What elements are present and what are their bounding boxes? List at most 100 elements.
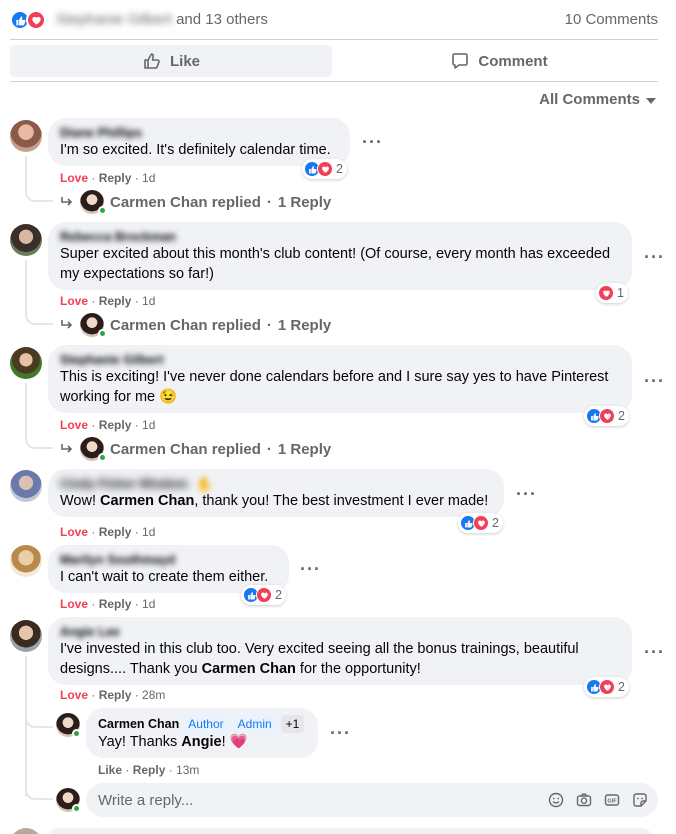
reaction-count-badge[interactable]: 1 [596, 283, 628, 303]
comment-time[interactable]: 1d [142, 525, 155, 539]
love-link[interactable]: Love [60, 418, 88, 432]
reply-link[interactable]: Reply [99, 597, 132, 611]
comment-author[interactable]: Diane Phillips [60, 125, 338, 141]
comments-count[interactable]: 10 Comments [565, 11, 658, 28]
text-part: Wow! [60, 493, 101, 509]
mention[interactable]: Carmen Chan [202, 661, 296, 677]
reaction-count: 2 [618, 680, 625, 694]
reply-link[interactable]: Reply [99, 418, 132, 432]
reply-input[interactable] [98, 790, 538, 810]
ellipsis-icon[interactable]: ··· [644, 248, 665, 266]
more-badges[interactable]: +1 [280, 715, 305, 733]
smiley-icon[interactable] [548, 792, 564, 808]
reaction-count-badge[interactable]: 2 [302, 159, 347, 179]
online-status-dot [98, 206, 107, 215]
love-reaction-icon [26, 10, 46, 30]
mention[interactable]: Angie [181, 734, 221, 750]
comment-time[interactable]: 1d [142, 171, 155, 185]
comment-actions: Love · Reply · 1d [60, 597, 156, 611]
like-link[interactable]: Like [98, 763, 122, 777]
sticker-icon[interactable] [632, 792, 648, 808]
comment-text: This is exciting! I've never done calend… [60, 369, 609, 405]
reply-link[interactable]: Reply [99, 171, 132, 185]
reaction-count-badge[interactable]: 2 [458, 513, 503, 533]
avatar[interactable] [10, 545, 42, 577]
reply-count: 1 Reply [277, 440, 332, 458]
avatar[interactable] [10, 828, 42, 834]
reply-link[interactable]: Reply [99, 294, 132, 308]
comment-time[interactable]: 28m [142, 688, 165, 702]
reply-arrow-icon [61, 444, 73, 453]
reactor-name: Stephanie Gilbert [56, 11, 172, 28]
reply-link[interactable]: Reply [133, 763, 166, 777]
text-part: for the opportunity! [295, 660, 421, 677]
comment-time[interactable]: 1d [142, 597, 155, 611]
comment-author[interactable]: Rebecca Brockman [60, 229, 620, 245]
reply-link[interactable]: Reply [99, 688, 132, 702]
divider [10, 39, 658, 40]
comment-time[interactable]: 1d [142, 418, 155, 432]
text-part: , thank you! The best investment I ever … [194, 493, 489, 509]
avatar[interactable] [10, 470, 42, 502]
reply-arrow-icon [61, 197, 73, 206]
ellipsis-icon[interactable]: ··· [330, 724, 351, 742]
reactors-text[interactable]: Stephanie Gilbert and 13 others [56, 11, 268, 28]
love-link[interactable]: Love [60, 597, 88, 611]
love-link[interactable]: Love [60, 525, 88, 539]
love-reaction-icon [473, 515, 489, 531]
camera-icon[interactable] [576, 792, 592, 808]
reply-link[interactable]: Reply [99, 525, 132, 539]
reply-count: 1 Reply [277, 193, 332, 211]
author-badge: Author [183, 715, 229, 733]
comment-bubble: Cindy Fisher Wisdom ✋ Wow! Carmen Chan, … [48, 469, 504, 517]
avatar[interactable] [10, 224, 42, 256]
love-link[interactable]: Love [60, 171, 88, 185]
reaction-count: 2 [336, 162, 343, 176]
love-link[interactable]: Love [60, 688, 88, 702]
love-link[interactable]: Love [60, 294, 88, 308]
reply-composer[interactable]: GIF [86, 783, 658, 817]
comment-time[interactable]: 1d [142, 294, 155, 308]
comment-author[interactable]: Marilyn Southmayd [60, 552, 277, 568]
ellipsis-icon[interactable]: ··· [362, 133, 383, 151]
divider [10, 81, 658, 82]
love-reaction-icon [256, 587, 272, 603]
reply-time[interactable]: 13m [176, 763, 199, 777]
reaction-count: 2 [618, 409, 625, 423]
online-status-dot [98, 453, 107, 462]
love-reaction-icon [599, 679, 615, 695]
like-button[interactable]: Like [10, 45, 332, 77]
avatar[interactable] [10, 120, 42, 152]
comment-button[interactable]: Comment [340, 45, 658, 77]
reaction-count: 1 [617, 286, 624, 300]
comment-bubble: Rebecca Brockman Super excited about thi… [48, 222, 632, 290]
reply-author-row: Carmen Chan Author Admin +1 [98, 715, 306, 733]
reaction-count: 2 [492, 516, 499, 530]
ellipsis-icon[interactable]: ··· [644, 643, 665, 661]
reaction-count-badge[interactable]: 2 [584, 677, 629, 697]
winking-emoji: 😉 [159, 388, 178, 405]
ellipsis-icon[interactable]: ··· [644, 372, 665, 390]
reaction-count-badge[interactable]: 2 [584, 406, 629, 426]
comments-filter-dropdown[interactable]: All Comments [539, 91, 656, 108]
reaction-count-badge[interactable]: 2 [241, 585, 286, 605]
comment-bubble [48, 828, 652, 834]
comment-bubble: Stephanie Gilbert This is exciting! I've… [48, 345, 632, 413]
ellipsis-icon[interactable]: ··· [516, 485, 537, 503]
comment-author[interactable]: Stephanie Gilbert [60, 352, 620, 368]
caret-down-icon [646, 97, 656, 104]
comment-author[interactable]: Angie Lee [60, 624, 620, 640]
reply-bubble: Carmen Chan Author Admin +1 Yay! Thanks … [86, 708, 318, 758]
mention[interactable]: Carmen Chan [100, 493, 194, 509]
gif-icon[interactable]: GIF [604, 792, 620, 808]
love-reaction-icon [598, 285, 614, 301]
reply-author[interactable]: Carmen Chan [98, 716, 179, 732]
avatar[interactable] [10, 620, 42, 652]
comment-author[interactable]: Cindy Fisher Wisdom [60, 476, 188, 492]
avatar[interactable] [10, 347, 42, 379]
ellipsis-icon[interactable]: ··· [300, 560, 321, 578]
online-status-dot [72, 729, 81, 738]
reactions-summary[interactable]: Stephanie Gilbert and 13 others 10 Comme… [10, 8, 660, 32]
thumbs-up-icon [144, 53, 160, 69]
comment-actions: Love · Reply · 1d [60, 294, 156, 308]
